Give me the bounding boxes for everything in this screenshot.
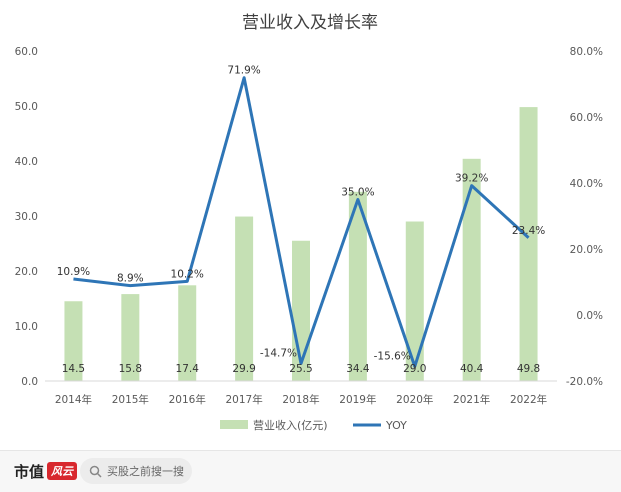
search-placeholder: 买股之前搜一搜 xyxy=(107,465,184,478)
chart-title: 营业收入及增长率 xyxy=(242,13,378,33)
bar-value-label: 29.9 xyxy=(232,363,255,375)
yoy-value-label: 10.2% xyxy=(171,268,204,280)
right-tick-label: 0.0% xyxy=(576,310,603,322)
x-tick-label: 2022年 xyxy=(510,393,547,406)
x-tick-label: 2014年 xyxy=(55,393,92,406)
left-tick-label: 60.0 xyxy=(15,46,38,58)
right-tick-label: 40.0% xyxy=(570,178,603,190)
footer-bar: 市值 风云 买股之前搜一搜 xyxy=(0,450,621,492)
search-icon xyxy=(89,465,102,478)
search-input[interactable]: 买股之前搜一搜 xyxy=(80,458,192,484)
bar-value-label: 40.4 xyxy=(460,363,484,375)
bar-value-label: 25.5 xyxy=(289,363,312,375)
yoy-value-label: -15.6% xyxy=(374,350,411,362)
bar-value-label: 29.0 xyxy=(403,363,426,375)
right-tick-label: 80.0% xyxy=(570,46,603,58)
right-tick-label: 60.0% xyxy=(570,112,603,124)
bar-value-label: 14.5 xyxy=(62,363,85,375)
right-tick-label: 20.0% xyxy=(570,244,603,256)
x-tick-label: 2018年 xyxy=(282,393,319,406)
yoy-value-label: -14.7% xyxy=(260,348,297,360)
brand-logo[interactable]: 市值 风云 xyxy=(14,460,78,482)
left-tick-label: 30.0 xyxy=(15,211,38,223)
left-tick-label: 20.0 xyxy=(15,266,38,278)
chart-area: 营业收入及增长率 0.0 10.0 20.0 30.0 40.0 50.0 60.0 -20.… xyxy=(0,0,621,450)
left-tick-label: 10.0 xyxy=(15,321,38,333)
x-tick-label: 2021年 xyxy=(453,393,490,406)
legend-label-yoy: YOY xyxy=(385,419,407,432)
left-tick-label: 50.0 xyxy=(15,101,38,113)
x-tick-label: 2015年 xyxy=(112,393,149,406)
left-tick-label: 0.0 xyxy=(21,376,38,388)
x-tick-label: 2016年 xyxy=(169,393,206,406)
brand-mark: 风云 xyxy=(47,462,78,480)
yoy-value-label: 39.2% xyxy=(455,173,488,185)
chart: 营业收入及增长率 0.0 10.0 20.0 30.0 40.0 50.0 60.0 -20.… xyxy=(15,13,603,432)
bar-3 xyxy=(235,216,254,381)
right-tick-label: -20.0% xyxy=(566,376,603,388)
x-tick-label: 2019年 xyxy=(339,393,376,406)
legend-swatch-revenue xyxy=(220,420,248,429)
bar-8 xyxy=(519,107,538,381)
yoy-value-label: 8.9% xyxy=(117,273,144,285)
yoy-value-label: 35.0% xyxy=(341,187,374,199)
yoy-value-label: 10.9% xyxy=(57,266,90,278)
yoy-value-label: 71.9% xyxy=(227,65,260,77)
yoy-value-label: 23.4% xyxy=(512,225,545,237)
x-tick-label: 2017年 xyxy=(225,393,262,406)
legend-label-revenue: 营业收入(亿元) xyxy=(253,418,328,432)
brand-text: 市值 xyxy=(14,462,45,481)
bar-value-label: 49.8 xyxy=(517,363,540,375)
bar-value-label: 15.8 xyxy=(119,363,142,375)
left-tick-label: 40.0 xyxy=(15,156,38,168)
bar-value-label: 34.4 xyxy=(346,363,370,375)
bar-value-label: 17.4 xyxy=(176,363,200,375)
x-tick-label: 2020年 xyxy=(396,393,433,406)
